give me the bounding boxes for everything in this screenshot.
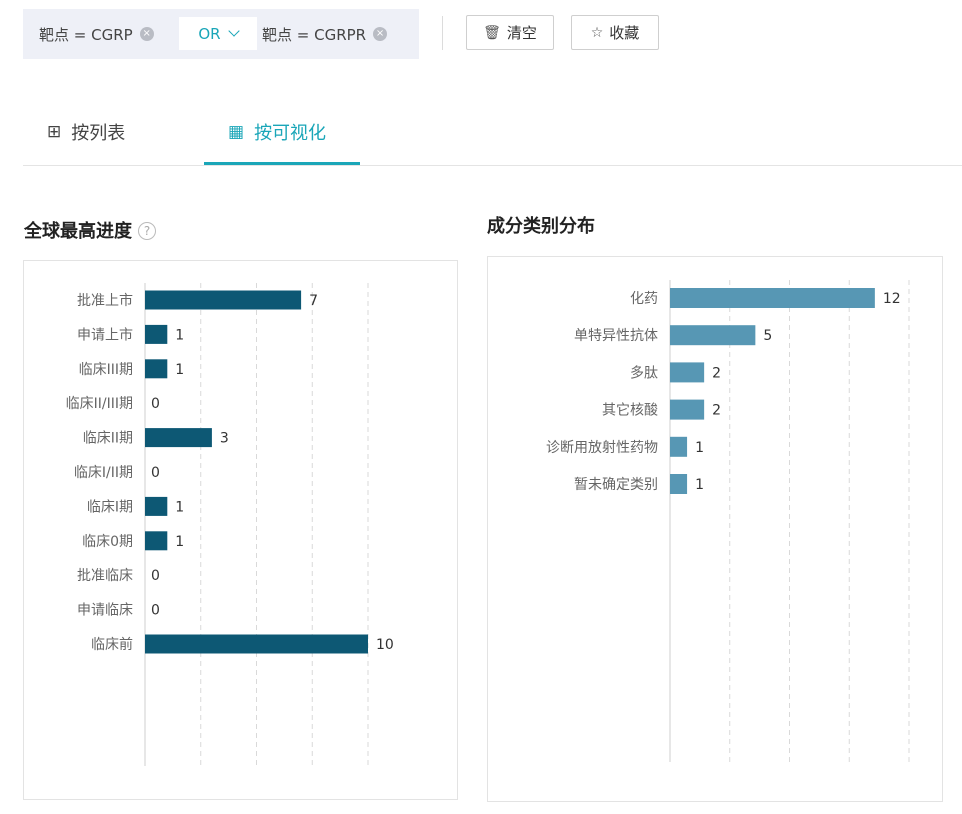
- value-label: 1: [695, 440, 704, 456]
- value-label: 0: [151, 568, 160, 584]
- bar[interactable]: [145, 428, 212, 448]
- category-label: 临床I期: [87, 499, 133, 515]
- value-label: 12: [883, 291, 901, 307]
- operator-value: OR: [198, 24, 221, 43]
- category-label: 临床I/II期: [74, 465, 133, 481]
- value-label: 0: [151, 603, 160, 619]
- progress-bar-chart: 批准上市 7 申请上市 1 临床III期 1 临床II/III期 0 临床II期 3 临床I/II期…: [66, 283, 394, 766]
- clear-button-label: 清空: [506, 24, 537, 42]
- help-icon[interactable]: ?: [138, 222, 156, 240]
- collect-button[interactable]: ☆ 收藏: [571, 15, 659, 50]
- category-label: 批准上市: [77, 292, 133, 309]
- category-label: 诊断用放射性药物: [546, 440, 658, 456]
- value-label: 5: [763, 328, 772, 344]
- category-label: 申请临床: [77, 603, 133, 619]
- category-label: 申请上市: [77, 326, 133, 343]
- value-label: 1: [175, 327, 184, 343]
- tabs-divider: [23, 165, 962, 166]
- tab-visual-view[interactable]: ▦ 按可视化: [228, 114, 326, 150]
- category-label: 化药: [630, 291, 658, 307]
- value-label: 1: [695, 477, 704, 493]
- bar[interactable]: [145, 359, 168, 379]
- category-label: 临床前: [91, 636, 133, 653]
- category-label: 批准临床: [77, 568, 133, 584]
- filter-bar: 靶点 = CGRP × OR 靶点 = CGRPR ×: [23, 9, 419, 59]
- trash-icon: 🗑: [483, 24, 501, 41]
- bar[interactable]: [145, 531, 168, 551]
- category-label: 临床II/III期: [66, 396, 133, 412]
- tab-list-view[interactable]: ⊞ 按列表: [47, 114, 125, 150]
- bar[interactable]: [670, 436, 688, 457]
- bar[interactable]: [145, 496, 168, 516]
- bar[interactable]: [670, 474, 688, 494]
- tab-list-label: 按列表: [71, 123, 126, 144]
- bar[interactable]: [145, 290, 302, 310]
- clear-button[interactable]: 🗑 清空: [466, 15, 554, 50]
- value-label: 0: [151, 396, 160, 412]
- category-label: 临床II期: [83, 431, 133, 447]
- table-icon: ⊞: [47, 122, 62, 142]
- bar[interactable]: [670, 362, 705, 383]
- toolbar-divider: [442, 16, 443, 50]
- value-label: 1: [175, 499, 184, 515]
- category-label: 暂未确定类别: [574, 477, 658, 493]
- filter-chip-target-cgrpr[interactable]: 靶点 = CGRPR ×: [262, 9, 388, 59]
- category-label: 临床III期: [79, 362, 133, 378]
- value-label: 2: [712, 403, 721, 419]
- value-label: 2: [712, 365, 721, 381]
- bar[interactable]: [670, 325, 756, 346]
- value-label: 10: [376, 637, 394, 653]
- filter-chip-target-cgrp[interactable]: 靶点 = CGRP ×: [39, 9, 154, 59]
- bar[interactable]: [145, 634, 368, 654]
- collect-button-label: 收藏: [609, 24, 640, 42]
- category-bar-chart: 化药 12 单特异性抗体 5 多肽 2 其它核酸 2 诊断用放射性药物 1 暂未确定类别 1: [546, 280, 910, 762]
- chevron-down-icon: [227, 25, 240, 37]
- category-section-title: 成分类别分布: [487, 212, 595, 238]
- progress-chart-panel: 批准上市 7 申请上市 1 临床III期 1 临床II/III期 0 临床II期 3 临床I/II期…: [23, 260, 458, 800]
- value-label: 1: [175, 362, 184, 378]
- grid-icon: ▦: [228, 122, 245, 142]
- category-label: 临床0期: [82, 534, 133, 550]
- progress-title-text: 全球最高进度: [24, 221, 132, 242]
- operator-select[interactable]: OR: [179, 17, 257, 50]
- bar[interactable]: [145, 324, 168, 344]
- category-label: 多肽: [630, 364, 658, 381]
- value-label: 0: [151, 465, 160, 481]
- close-icon[interactable]: ×: [139, 27, 154, 41]
- tab-visual-label: 按可视化: [254, 123, 327, 144]
- category-label: 单特异性抗体: [574, 328, 658, 344]
- close-icon[interactable]: ×: [373, 27, 388, 41]
- filter-chip-label: 靶点 = CGRP: [39, 25, 133, 44]
- value-label: 7: [309, 293, 318, 309]
- category-title-text: 成分类别分布: [487, 216, 595, 237]
- category-label: 其它核酸: [602, 402, 658, 419]
- progress-section-title: 全球最高进度?: [24, 217, 156, 243]
- value-label: 3: [220, 431, 229, 447]
- category-chart-panel: 化药 12 单特异性抗体 5 多肽 2 其它核酸 2 诊断用放射性药物 1 暂未确定类别 1: [487, 256, 943, 802]
- filter-chip-label: 靶点 = CGRPR: [262, 25, 367, 44]
- bar[interactable]: [670, 288, 875, 308]
- star-icon: ☆: [590, 24, 604, 41]
- bar[interactable]: [670, 399, 705, 420]
- value-label: 1: [175, 534, 184, 550]
